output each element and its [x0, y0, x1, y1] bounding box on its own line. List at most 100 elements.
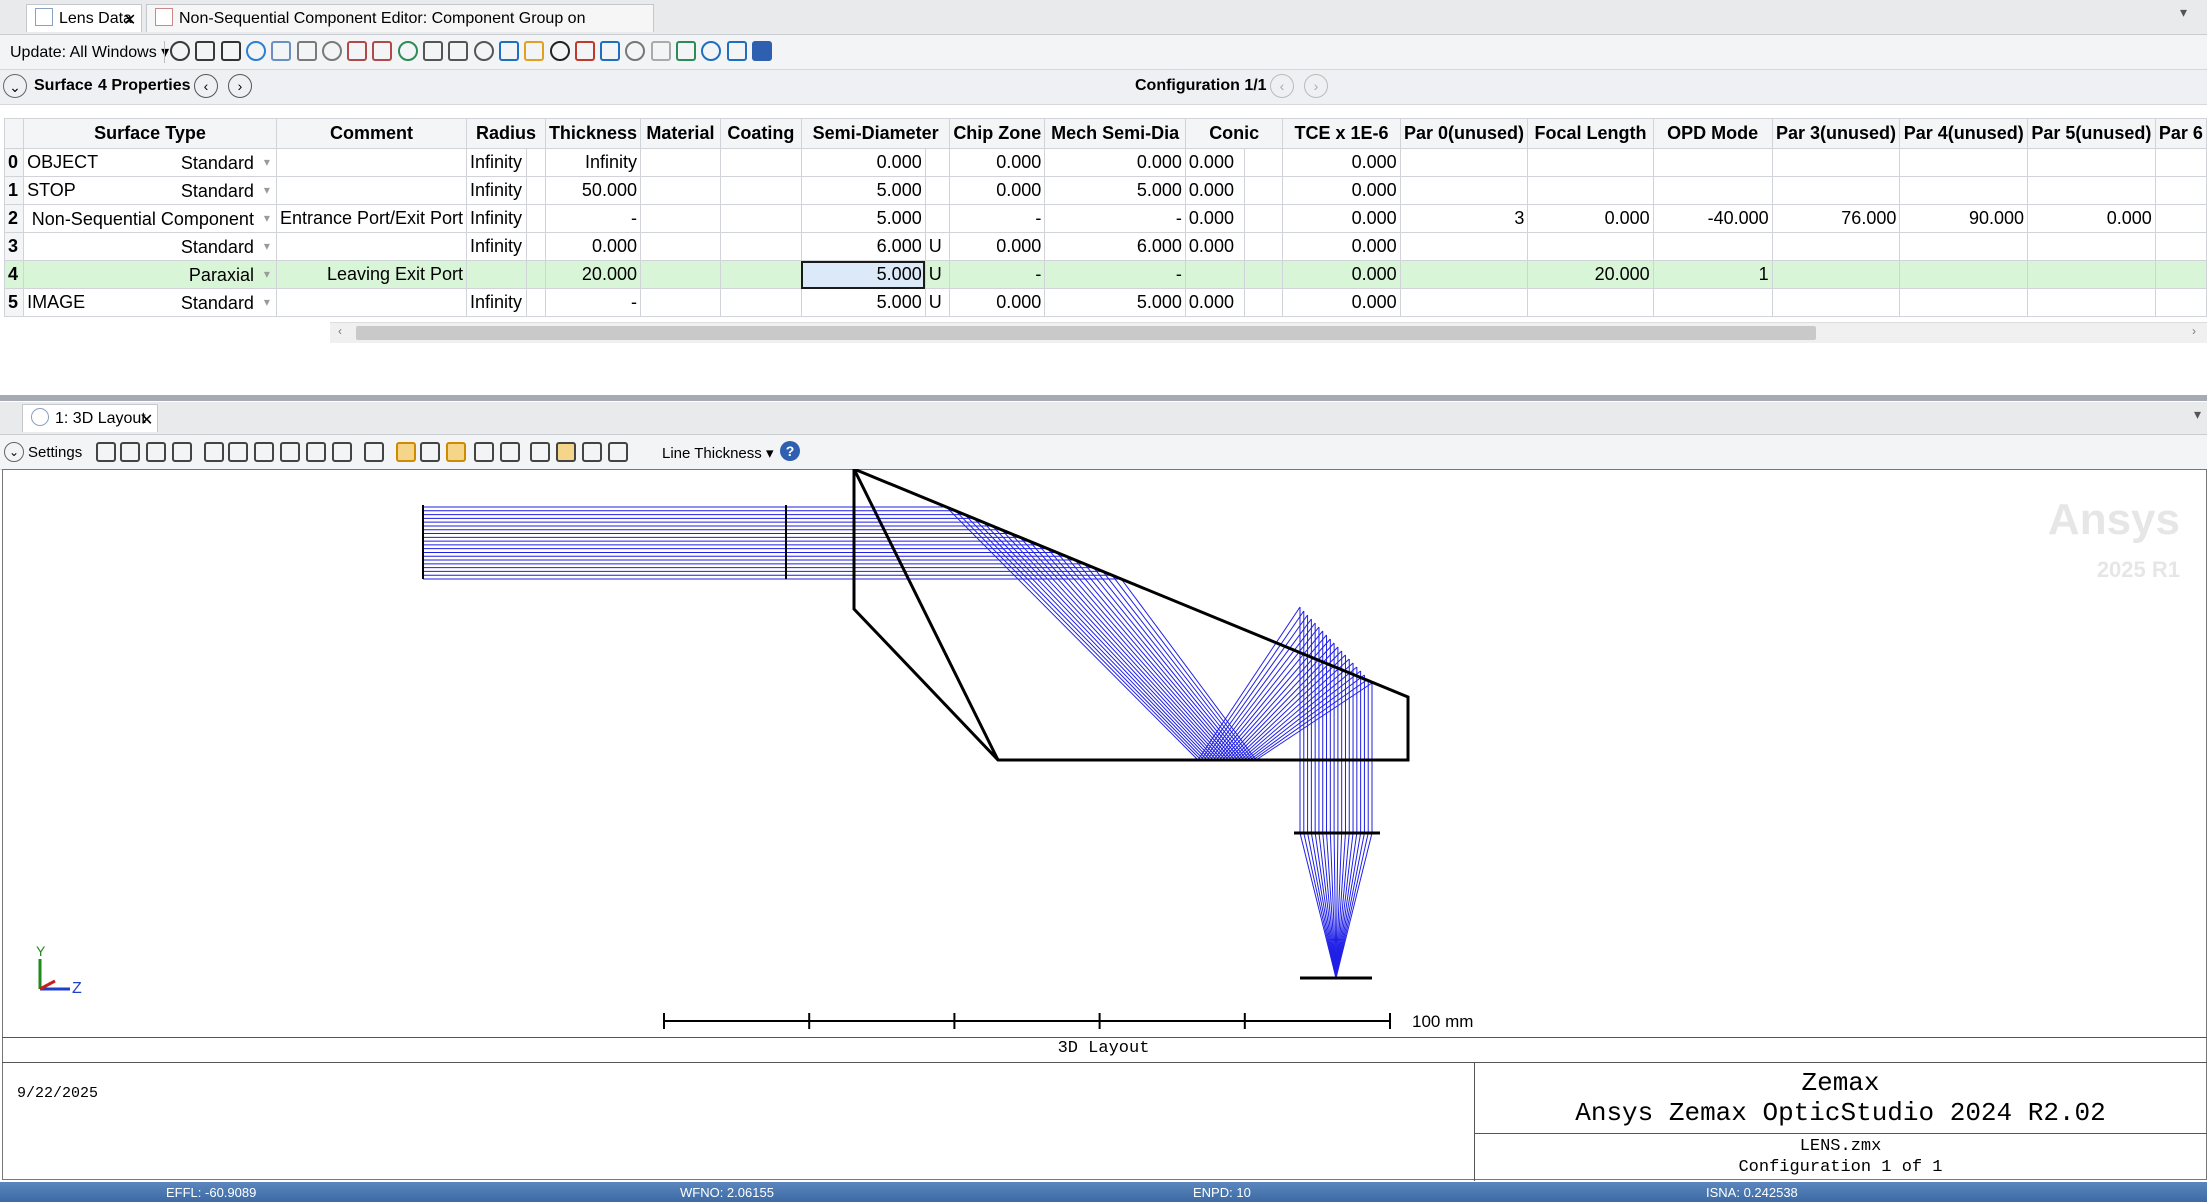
help-icon[interactable] — [751, 41, 772, 61]
chip-zone-cell[interactable]: 0.000 — [949, 176, 1046, 205]
row-index[interactable]: 2 — [3, 204, 25, 233]
col-conic[interactable]: Conic — [1184, 118, 1284, 149]
par3-cell[interactable] — [1771, 288, 1901, 317]
radius-cell[interactable]: Infinity — [466, 232, 527, 261]
radius-solve-cell[interactable] — [525, 148, 546, 177]
par4-cell[interactable] — [1899, 232, 2029, 261]
scroll-right-icon[interactable]: › — [2192, 324, 2196, 338]
mech-semi-dia-cell[interactable]: 5.000 — [1044, 288, 1186, 317]
panel-menu-icon[interactable]: ▾ — [2180, 4, 2187, 21]
toggle-icon[interactable] — [625, 41, 646, 61]
thickness-cell[interactable]: 0.000 — [544, 232, 641, 261]
par6-cell[interactable] — [2154, 204, 2207, 233]
config-next-icon[interactable]: › — [1304, 74, 1328, 98]
semi-diameter-solve-cell[interactable]: U — [924, 288, 951, 317]
dimension-icon[interactable] — [332, 442, 352, 462]
chip-zone-cell[interactable]: 0.000 — [949, 232, 1046, 261]
tce-cell[interactable]: 0.000 — [1282, 288, 1401, 317]
radius-cell[interactable] — [466, 260, 527, 289]
semi-diameter-cell[interactable]: 5.000 — [800, 176, 926, 205]
col-mech-semi-dia[interactable]: Mech Semi-Dia — [1044, 118, 1186, 149]
opd-mode-cell[interactable] — [1652, 232, 1773, 261]
comment-cell[interactable] — [275, 176, 468, 205]
par6-cell[interactable] — [2154, 232, 2207, 261]
col-par4[interactable]: Par 4(unused) — [1899, 118, 2029, 149]
psf-icon[interactable] — [347, 41, 368, 61]
radius-solve-cell[interactable] — [525, 288, 546, 317]
surface-type-dropdown-icon[interactable]: ▾ — [264, 183, 270, 197]
focal-length-cell[interactable]: 0.000 — [1527, 204, 1654, 233]
axis-pan-icon[interactable] — [396, 442, 416, 462]
par4-cell[interactable] — [1899, 260, 2029, 289]
conic-cell[interactable] — [1184, 260, 1245, 289]
comment-cell[interactable] — [275, 148, 468, 177]
opd-mode-cell[interactable] — [1652, 288, 1773, 317]
chevron-left-icon[interactable]: ‹ — [194, 74, 218, 98]
par6-cell[interactable] — [2154, 260, 2207, 289]
rectangle-icon[interactable] — [228, 442, 248, 462]
scroll-thumb[interactable] — [356, 326, 1816, 340]
table-scrollbar[interactable]: ‹ › — [330, 322, 2207, 343]
par0-cell[interactable]: 3 — [1399, 204, 1529, 233]
chip-zone-cell[interactable]: - — [949, 260, 1046, 289]
tab-3d-layout[interactable]: 1: 3D Layout — [22, 404, 158, 432]
row-index[interactable]: 3 — [3, 232, 25, 261]
scroll-left-icon[interactable]: ‹ — [338, 324, 342, 338]
radius-cell[interactable]: Infinity — [466, 204, 527, 233]
chip-zone-cell[interactable]: 0.000 — [949, 148, 1046, 177]
fit-icon[interactable] — [420, 442, 440, 462]
zoom-extent-icon[interactable] — [500, 442, 520, 462]
sync-icon[interactable] — [676, 41, 696, 61]
clock-icon[interactable] — [608, 442, 628, 462]
tce-cell[interactable]: 0.000 — [1282, 204, 1401, 233]
surface-type-cell[interactable]: OBJECT Standard ▾ — [23, 148, 277, 177]
config-prev-icon[interactable]: ‹ — [1270, 74, 1294, 98]
coating-cell[interactable] — [719, 148, 802, 177]
undo-icon[interactable] — [600, 41, 621, 61]
opd-mode-cell[interactable] — [1652, 148, 1773, 177]
axis-icon[interactable] — [423, 41, 443, 61]
row-index[interactable]: 1 — [3, 176, 25, 205]
par0-cell[interactable] — [1399, 176, 1529, 205]
radius-solve-cell[interactable] — [525, 176, 546, 205]
col-opd-mode[interactable]: OPD Mode — [1652, 118, 1773, 149]
crosshair-icon[interactable] — [220, 41, 241, 61]
coating-cell[interactable] — [719, 288, 802, 317]
par3-cell[interactable] — [1771, 260, 1901, 289]
thickness-cell[interactable]: - — [544, 204, 641, 233]
comment-cell[interactable]: Entrance Port/Exit Port — [275, 204, 468, 233]
tab-nsc-editor[interactable]: Non-Sequential Component Editor: Compone… — [146, 4, 654, 55]
par6-cell[interactable] — [2154, 288, 2207, 317]
thickness-cell[interactable]: 20.000 — [544, 260, 641, 289]
col-focal-length[interactable]: Focal Length — [1527, 118, 1654, 149]
glass-icon[interactable] — [524, 41, 545, 61]
par4-cell[interactable] — [1899, 288, 2029, 317]
semi-diameter-cell[interactable]: 5.000 — [800, 260, 926, 289]
par6-cell[interactable] — [2154, 176, 2207, 205]
tce-cell[interactable]: 0.000 — [1282, 176, 1401, 205]
par5-cell[interactable] — [2027, 148, 2156, 177]
surface-type-dropdown-icon[interactable]: ▾ — [264, 239, 270, 253]
material-cell[interactable] — [639, 176, 721, 205]
panel-splitter[interactable] — [0, 395, 2207, 401]
grid-view-icon[interactable] — [556, 442, 576, 462]
par5-cell[interactable]: 0.000 — [2027, 204, 2156, 233]
chip-zone-cell[interactable]: 0.000 — [949, 288, 1046, 317]
chevron-down-icon[interactable]: ⌄ — [3, 74, 27, 98]
col-par6[interactable]: Par 6 — [2154, 118, 2207, 149]
globe-icon[interactable] — [245, 41, 266, 61]
material-cell[interactable] — [639, 260, 721, 289]
properties-label[interactable]: 4 Properties — [98, 77, 190, 95]
surface-type-dropdown-icon[interactable]: ▾ — [264, 155, 270, 169]
arrow-icon[interactable] — [254, 442, 274, 462]
par5-cell[interactable] — [2027, 176, 2156, 205]
comment-cell[interactable] — [275, 288, 468, 317]
thickness-cell[interactable]: Infinity — [544, 148, 641, 177]
semi-diameter-cell[interactable]: 5.000 — [800, 288, 926, 317]
par5-cell[interactable] — [2027, 288, 2156, 317]
mech-semi-dia-cell[interactable]: 6.000 — [1044, 232, 1186, 261]
mtf-icon[interactable] — [372, 41, 393, 61]
par6-cell[interactable] — [2154, 148, 2207, 177]
edit-icon[interactable] — [574, 41, 595, 61]
chevron-right-icon[interactable]: › — [228, 74, 252, 98]
